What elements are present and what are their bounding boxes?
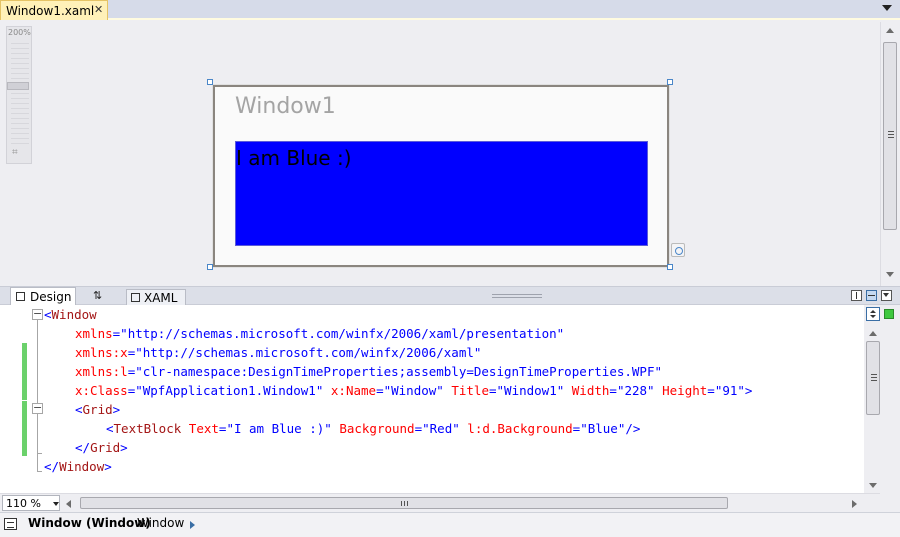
vertical-split-button[interactable] [851,290,862,301]
code-line[interactable]: <Grid> [44,400,120,419]
code-line[interactable]: <TextBlock Text="I am Blue :)" Backgroun… [44,419,640,438]
zoom-ruler-label: 200% [8,28,31,37]
change-marker [22,343,27,400]
editor-scroll-thumb[interactable] [866,341,880,415]
scrollbar-corner [880,493,900,512]
resize-handle-bottom-right[interactable] [667,264,673,270]
chevron-right-icon[interactable] [190,521,195,529]
zoom-fit-icon[interactable]: ⌗ [12,147,18,158]
code-line[interactable]: x:Class="WpfApplication1.Window1" x:Name… [44,381,752,400]
collapse-window-icon[interactable]: − [32,308,43,320]
design-scroll-thumb[interactable] [883,42,897,230]
tab-dropdown-icon[interactable] [882,5,892,11]
resize-handle-bottom-left[interactable] [207,264,213,270]
outline-guide [37,319,38,471]
zoom-combo[interactable]: 110 % [2,495,60,511]
breadcrumb-item-window[interactable]: Window [137,516,184,530]
outline-end [37,453,42,454]
horizontal-split-button[interactable] [866,290,877,301]
code-line[interactable]: xmlns="http://schemas.microsoft.com/winf… [44,324,564,343]
zoom-value: 110 % [6,497,41,510]
code-line[interactable]: xmlns:l="clr-namespace:DesignTimePropert… [44,362,662,381]
swap-panes-icon[interactable]: ⇅ [93,289,102,302]
close-icon[interactable]: ✕ [94,4,103,16]
scroll-up-icon[interactable] [869,331,877,336]
code-line[interactable]: </Grid> [44,438,128,457]
splitter-grip[interactable] [492,294,542,298]
xaml-view-icon [131,293,140,302]
split-editor-button[interactable] [866,307,880,321]
scroll-down-icon[interactable] [869,483,877,488]
window-preview-title: Window1 [235,94,336,119]
xaml-editor[interactable]: − − <Window xmlns="http://schemas.micros… [0,305,864,493]
scroll-down-icon[interactable] [886,272,894,277]
zoom-slider[interactable]: 200% ⌗ [6,26,32,164]
document-outline-icon[interactable] [4,518,17,530]
code-line[interactable]: <Window [44,305,97,324]
document-tab-label: Window1.xaml [6,4,95,18]
resize-handle-top-left[interactable] [207,79,213,85]
breadcrumb-item-window-selected[interactable]: Window (Window) [28,516,151,530]
tab-xaml[interactable]: XAML [126,289,186,305]
horizontal-scroll-thumb[interactable] [80,497,728,509]
document-tab-window1[interactable]: Window1.xaml ✕ [0,0,108,20]
tab-xaml-label: XAML [144,291,178,305]
code-line[interactable]: </Window> [44,457,112,476]
zoom-track[interactable] [11,39,29,145]
window-preview[interactable]: Window1 I am Blue :) [213,85,669,267]
view-splitter-bar[interactable]: Design ⇅ XAML [0,286,900,305]
target-icon[interactable] [671,243,685,257]
tab-design-label: Design [30,290,72,304]
resize-handle-top-right[interactable] [667,79,673,85]
code-line[interactable]: xmlns:x="http://schemas.microsoft.com/wi… [44,343,481,362]
zoom-thumb[interactable] [7,82,29,90]
selection-breadcrumb: Window (Window) Window [0,512,900,537]
scroll-left-icon[interactable] [66,500,71,508]
textblock-preview-text: I am Blue :) [236,146,352,170]
design-vertical-scrollbar[interactable] [880,22,900,286]
collapse-grid-icon[interactable]: − [32,402,43,414]
scroll-up-icon[interactable] [886,28,894,33]
textblock-preview[interactable]: I am Blue :) [235,141,648,246]
collapse-pane-button[interactable] [881,290,892,301]
document-tab-strip: Window1.xaml ✕ [0,0,900,20]
chevron-down-icon[interactable] [53,502,59,506]
scroll-right-icon[interactable] [852,500,857,508]
design-view-icon [16,292,25,301]
editor-horizontal-scrollbar[interactable]: 110 % [0,493,880,512]
editor-gutter [0,305,22,493]
change-marker [22,401,27,456]
editor-vertical-scrollbar[interactable] [864,305,900,493]
status-indicator-icon [884,309,894,319]
tab-design[interactable]: Design [10,287,76,305]
outline-end [37,471,42,472]
